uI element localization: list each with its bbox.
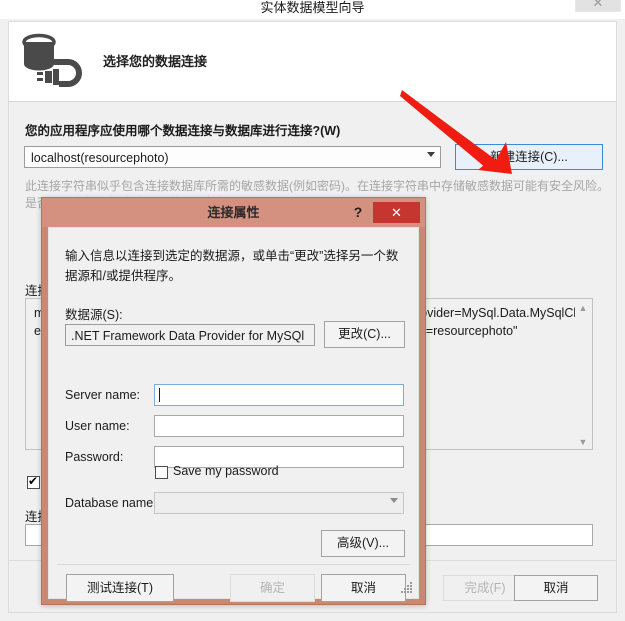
connection-select-value: localhost(resourcephoto) bbox=[31, 151, 169, 165]
test-connection-button[interactable]: 测试连接(T) bbox=[66, 574, 174, 602]
window-close-button[interactable]: ✕ bbox=[575, 0, 621, 12]
wizard-header: 选择您的数据连接 bbox=[8, 21, 617, 101]
database-name-select[interactable] bbox=[154, 492, 404, 514]
help-icon[interactable]: ? bbox=[349, 203, 367, 222]
user-name-label: User name: bbox=[65, 419, 130, 433]
advanced-button[interactable]: 高级(V)... bbox=[321, 530, 405, 557]
dialog-separator bbox=[57, 564, 410, 565]
database-name-label: Database name: bbox=[65, 496, 157, 510]
dialog-title: 连接属性 bbox=[207, 205, 260, 220]
connection-select[interactable]: localhost(resourcephoto) bbox=[24, 146, 441, 168]
wizard-subtitle: 选择您的数据连接 bbox=[103, 54, 208, 69]
dialog-titlebar: 连接属性 ? ✕ bbox=[42, 198, 425, 227]
server-name-input[interactable] bbox=[154, 384, 404, 406]
cancel-button[interactable]: 取消 bbox=[514, 575, 598, 601]
password-label: Password: bbox=[65, 450, 124, 464]
resize-grip-icon[interactable] bbox=[401, 582, 413, 594]
user-name-input[interactable] bbox=[154, 415, 404, 437]
data-source-value: .NET Framework Data Provider for MySQl bbox=[65, 324, 315, 346]
text-caret bbox=[159, 388, 160, 402]
dialog-cancel-button[interactable]: 取消 bbox=[321, 574, 406, 602]
data-source-label: 数据源(S): bbox=[65, 308, 123, 322]
wizard-titlebar: 实体数据模型向导 ✕ bbox=[0, 0, 625, 19]
connection-question-label: 您的应用程序应使用哪个数据连接与数据库进行连接?(W) bbox=[25, 124, 341, 138]
server-name-label: Server name: bbox=[65, 388, 141, 402]
database-plug-icon bbox=[17, 30, 89, 96]
scroll-down-icon[interactable]: ▼ bbox=[575, 434, 591, 449]
ok-button[interactable]: 确定 bbox=[230, 574, 315, 602]
chevron-down-icon bbox=[390, 498, 398, 503]
dialog-body: 输入信息以连接到选定的数据源，或单击“更改”选择另一个数据源和/或提供程序。 数… bbox=[48, 227, 419, 602]
dialog-intro-text: 输入信息以连接到选定的数据源，或单击“更改”选择另一个数据源和/或提供程序。 bbox=[65, 249, 399, 283]
connection-properties-dialog: 连接属性 ? ✕ 输入信息以连接到选定的数据源，或单击“更改”选择另一个数据源和… bbox=[41, 197, 426, 605]
change-provider-button[interactable]: 更改(C)... bbox=[324, 321, 405, 348]
save-password-label: Save my password bbox=[173, 464, 279, 478]
new-connection-button[interactable]: 新建连接(C)... bbox=[455, 144, 603, 170]
app-root: 实体数据模型向导 ✕ 选择您的数据连接 您的应用程序应使用哪个数据连接与数据库进… bbox=[0, 0, 625, 621]
connection-string-scrollbar[interactable]: ▲ ▼ bbox=[575, 300, 591, 449]
save-password-checkbox[interactable] bbox=[155, 466, 168, 479]
window-title: 实体数据模型向导 bbox=[260, 0, 365, 15]
dialog-close-button[interactable]: ✕ bbox=[373, 202, 420, 223]
chevron-down-icon bbox=[427, 152, 435, 157]
scroll-up-icon[interactable]: ▲ bbox=[575, 300, 591, 316]
save-entity-settings-checkbox[interactable] bbox=[27, 474, 40, 489]
